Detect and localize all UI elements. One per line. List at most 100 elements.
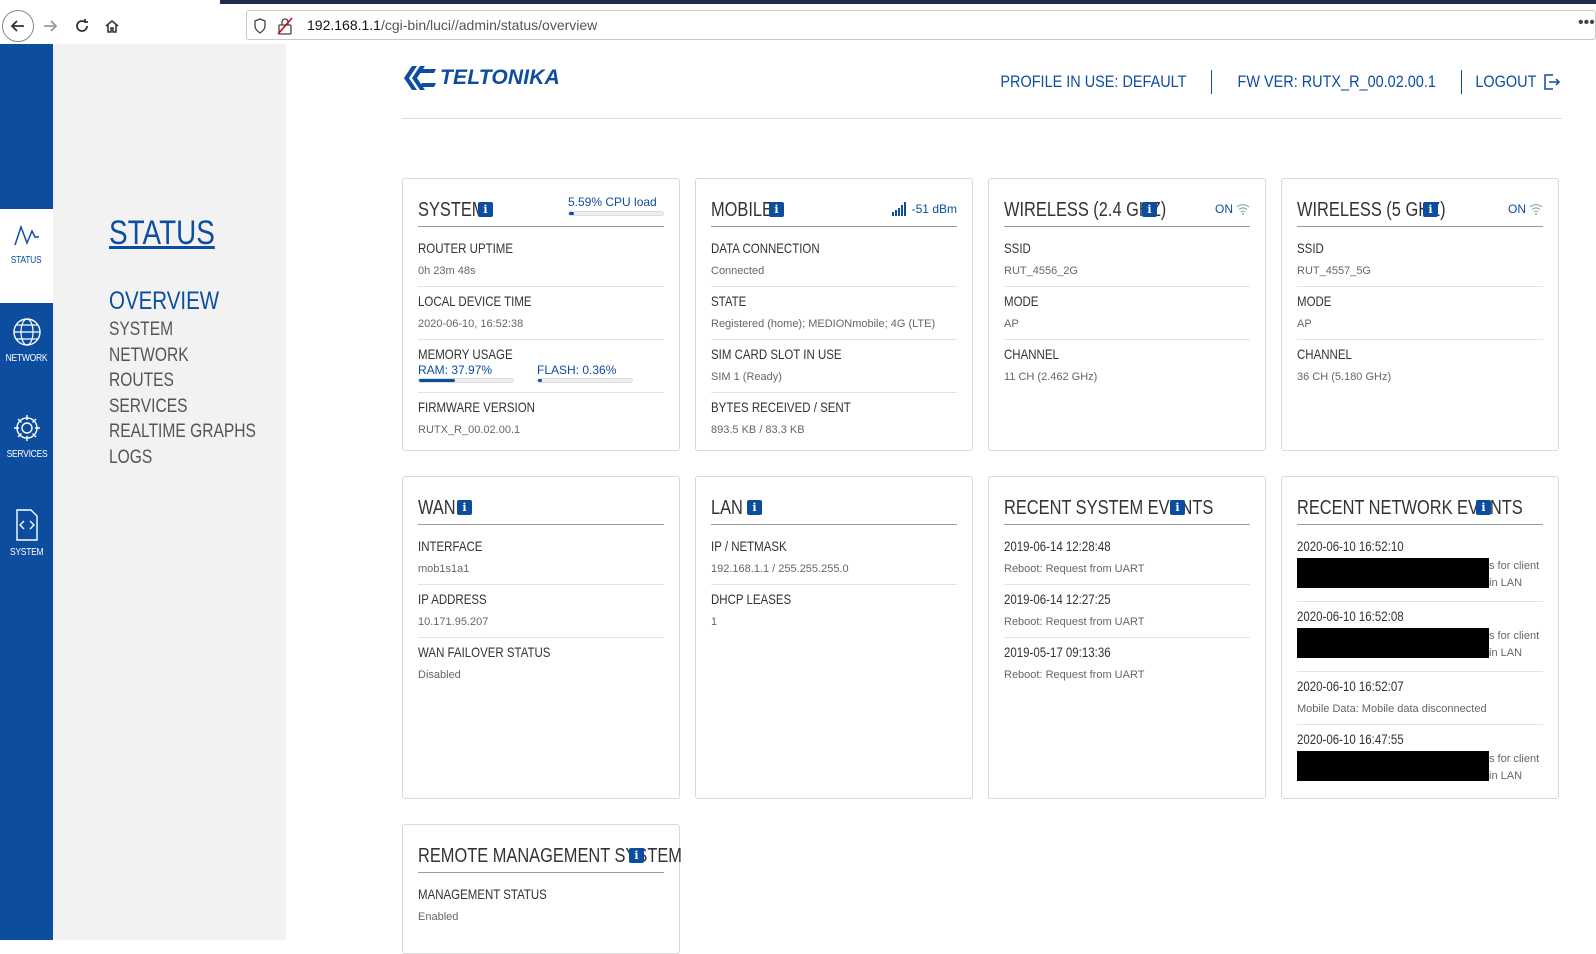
teltonika-logo[interactable]: TELTONIKA <box>402 63 560 93</box>
reload-icon <box>76 19 88 32</box>
row-value: Disabled <box>418 669 461 681</box>
card-title: WAN <box>418 497 456 519</box>
info-row: DATA CONNECTION Connected <box>711 234 957 287</box>
wireless-state: ON <box>1508 202 1543 216</box>
menu-item-overview[interactable]: OVERVIEW <box>109 286 256 317</box>
reload-button[interactable] <box>66 10 98 42</box>
event-row: 2020-06-10 16:52:08 s for client in LAN <box>1297 602 1543 672</box>
event-text-tail: s for client <box>1489 560 1540 572</box>
info-row: CHANNEL 11 CH (2.462 GHz) <box>1004 340 1250 393</box>
info-icon[interactable]: i <box>629 848 644 863</box>
redacted-text <box>1297 751 1489 781</box>
row-label: DHCP LEASES <box>711 591 792 607</box>
cpu-load: 5.59% CPU load <box>568 195 664 216</box>
row-label: FIRMWARE VERSION <box>418 399 535 415</box>
row-label: MODE <box>1004 293 1039 309</box>
event-row: 2020-06-10 16:52:07 Mobile Data: Mobile … <box>1297 672 1543 725</box>
row-value: RUT_4557_5G <box>1297 265 1371 277</box>
row-label: MANAGEMENT STATUS <box>418 886 547 902</box>
rail-label: SERVICES <box>6 449 47 460</box>
wan-card: WAN i INTERFACE mob1s1a1 IP ADDRESS 10.1… <box>402 476 680 799</box>
logout-link[interactable]: LOGOUT <box>1476 72 1537 92</box>
menu-item-network[interactable]: NETWORK <box>109 343 256 369</box>
event-row: 2019-06-14 12:27:25 Reboot: Request from… <box>1004 585 1250 638</box>
recent-system-events-card: RECENT SYSTEM EVENTS i 2019-06-14 12:28:… <box>988 476 1266 799</box>
info-icon[interactable]: i <box>1142 202 1157 217</box>
row-value: 1 <box>711 616 718 628</box>
info-icon[interactable]: i <box>747 500 762 515</box>
row-value: Connected <box>711 265 765 277</box>
card-title: SYSTEM <box>418 199 486 221</box>
event-text-tail: in LAN <box>1489 647 1523 659</box>
card-header: WIRELESS (2.4 GHZ) i ON <box>1004 199 1250 227</box>
rail-item-system[interactable]: SYSTEM <box>0 497 53 591</box>
card-header: RECENT SYSTEM EVENTS i <box>1004 497 1250 525</box>
row-value: 11 CH (2.462 GHz) <box>1004 371 1098 383</box>
row-label: DATA CONNECTION <box>711 240 820 256</box>
mobile-card: MOBILE i -51 dBm DATA CONNECTION Connect… <box>695 178 973 451</box>
menu-item-realtime-graphs[interactable]: REALTIME GRAPHS <box>109 419 256 445</box>
rail-item-services[interactable]: SERVICES <box>0 401 53 495</box>
info-row: IP ADDRESS 10.171.95.207 <box>418 585 664 638</box>
info-row: SSID RUT_4557_5G <box>1297 234 1543 287</box>
cpu-load-text: 5.59% CPU load <box>568 195 657 209</box>
row-value: AP <box>1297 318 1312 330</box>
flash-usage-text: FLASH: 0.36% <box>537 363 617 377</box>
info-icon[interactable]: i <box>457 500 472 515</box>
event-row: 2020-06-10 16:47:55 s for client in LAN <box>1297 725 1543 795</box>
info-row: CHANNEL 36 CH (5.180 GHz) <box>1297 340 1543 393</box>
info-icon[interactable]: i <box>478 202 493 217</box>
info-row: WAN FAILOVER STATUS Disabled <box>418 638 664 691</box>
logout-icon[interactable] <box>1542 73 1560 91</box>
rail-item-status[interactable]: STATUS <box>0 209 53 303</box>
row-value: Registered (home); MEDIONmobile; 4G (LTE… <box>711 318 936 330</box>
info-row: SSID RUT_4556_2G <box>1004 234 1250 287</box>
event-text: Mobile Data: Mobile data disconnected <box>1297 703 1487 715</box>
row-label: MEMORY USAGE <box>418 346 513 362</box>
teltonika-logo-icon <box>404 66 436 90</box>
row-value: SIM 1 (Ready) <box>711 371 782 383</box>
browser-toolbar: 192.168.1.1/cgi-bin/luci//admin/status/o… <box>0 0 1596 48</box>
forward-button[interactable] <box>34 10 66 42</box>
row-value: 893.5 KB / 83.3 KB <box>711 424 805 436</box>
side-rail: STATUS NETWORK SERVICES SYSTEM <box>0 44 53 940</box>
menu-item-logs[interactable]: LOGS <box>109 445 256 471</box>
profile-link[interactable]: PROFILE IN USE: DEFAULT <box>1000 72 1186 92</box>
header-divider <box>1210 70 1212 94</box>
event-date: 2019-06-14 12:27:25 <box>1004 591 1111 607</box>
header-divider-line <box>402 118 1562 119</box>
flash-usage-bar <box>537 378 633 383</box>
row-value: mob1s1a1 <box>418 563 470 575</box>
event-date: 2020-06-10 16:52:08 <box>1297 608 1404 624</box>
menu-item-system[interactable]: SYSTEM <box>109 317 256 343</box>
info-row: ROUTER UPTIME 0h 23m 48s <box>418 234 664 287</box>
event-text: Reboot: Request from UART <box>1004 616 1145 628</box>
row-label: STATE <box>711 293 747 309</box>
section-title[interactable]: STATUS <box>109 214 215 253</box>
wifi-icon <box>1529 204 1543 215</box>
row-label: CHANNEL <box>1297 346 1352 362</box>
back-button[interactable] <box>2 10 34 42</box>
more-menu-icon[interactable]: ••• <box>1578 14 1595 32</box>
browser-tab-strip <box>220 0 1596 4</box>
ram-usage-fill <box>419 379 455 382</box>
menu-item-services[interactable]: SERVICES <box>109 394 256 420</box>
info-row: INTERFACE mob1s1a1 <box>418 532 664 585</box>
rail-item-network[interactable]: NETWORK <box>0 305 53 399</box>
card-header: REMOTE MANAGEMENT SYSTEM i <box>418 845 682 873</box>
info-icon[interactable]: i <box>1423 202 1438 217</box>
home-icon <box>105 19 119 33</box>
lan-card: LAN i IP / NETMASK 192.168.1.1 / 255.255… <box>695 476 973 799</box>
info-icon[interactable]: i <box>1170 500 1185 515</box>
remote-management-card: REMOTE MANAGEMENT SYSTEM i MANAGEMENT ST… <box>402 824 682 954</box>
row-label: BYTES RECEIVED / SENT <box>711 399 851 415</box>
info-row: LOCAL DEVICE TIME 2020-06-10, 16:52:38 <box>418 287 664 340</box>
menu-item-routes[interactable]: ROUTES <box>109 368 256 394</box>
address-bar[interactable]: 192.168.1.1/cgi-bin/luci//admin/status/o… <box>246 10 1596 40</box>
info-icon[interactable]: i <box>769 202 784 217</box>
card-title: MOBILE <box>711 199 773 221</box>
info-icon[interactable]: i <box>1476 500 1491 515</box>
home-button[interactable] <box>96 10 128 42</box>
row-label: IP ADDRESS <box>418 591 487 607</box>
pulse-icon <box>13 224 39 246</box>
